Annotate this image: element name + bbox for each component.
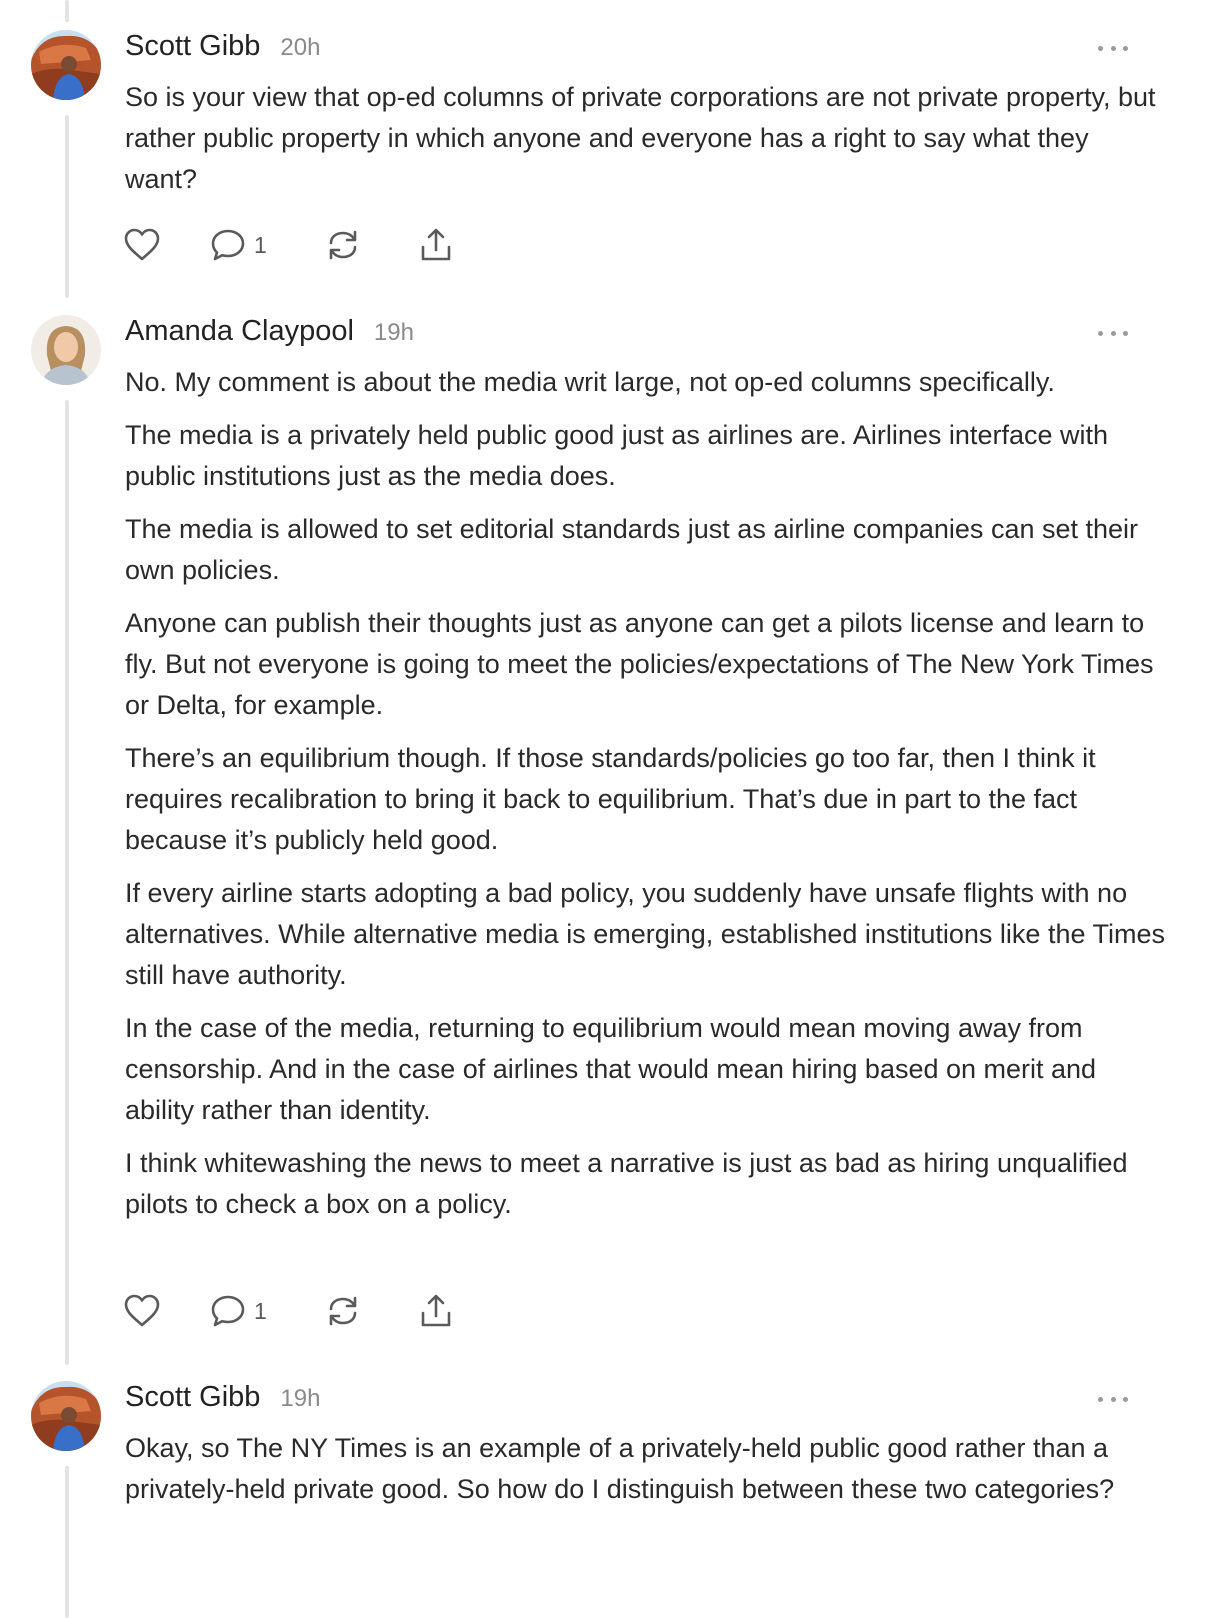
comment-body: So is your view that op-ed columns of pr… <box>125 77 1165 212</box>
restack-icon <box>329 1296 357 1326</box>
thread-line <box>65 0 69 22</box>
timestamp[interactable]: 19h <box>280 1385 320 1413</box>
comment-paragraph: The media is a privately held public goo… <box>125 420 1108 491</box>
restack-button[interactable] <box>324 1291 362 1331</box>
thread-line <box>65 115 69 298</box>
comment-header: Scott Gibb 19h <box>125 1381 320 1421</box>
more-options-icon[interactable] <box>1098 326 1128 340</box>
timestamp[interactable]: 19h <box>374 319 414 347</box>
reply-button[interactable]: 1 <box>210 1291 267 1331</box>
author-name[interactable]: Scott Gibb <box>125 30 260 63</box>
comment-paragraph: The media is allowed to set editorial st… <box>125 514 1139 585</box>
comment-body: No. My comment is about the media writ l… <box>125 362 1165 1237</box>
heart-icon <box>124 228 160 261</box>
reply-button[interactable]: 1 <box>210 225 267 265</box>
reply-count: 1 <box>254 231 267 258</box>
more-options-icon[interactable] <box>1098 41 1128 55</box>
comment-paragraph: Anyone can publish their thoughts just a… <box>125 608 1154 720</box>
avatar[interactable] <box>31 30 101 100</box>
profile-photo-icon <box>31 315 101 385</box>
profile-photo-icon <box>31 30 101 100</box>
comment-paragraph: Okay, so The NY Times is an example of a… <box>125 1433 1115 1504</box>
reply-count: 1 <box>254 1297 267 1324</box>
author-name[interactable]: Scott Gibb <box>125 1381 260 1414</box>
comment-paragraph: So is your view that op-ed columns of pr… <box>125 82 1156 194</box>
share-icon <box>421 1294 451 1327</box>
author-name[interactable]: Amanda Claypool <box>125 315 354 348</box>
heart-icon <box>124 1294 160 1327</box>
comment-paragraph: I think whitewashing the news to meet a … <box>125 1148 1128 1219</box>
more-options-icon[interactable] <box>1098 1392 1128 1406</box>
comment-bubble-icon <box>211 1295 245 1327</box>
comment-bubble-icon <box>211 229 245 261</box>
avatar[interactable] <box>31 1381 101 1451</box>
share-icon <box>421 228 451 261</box>
comment-paragraph: If every airline starts adopting a bad p… <box>125 878 1165 990</box>
comment-header: Scott Gibb 20h <box>125 30 320 70</box>
share-button[interactable] <box>418 1291 454 1331</box>
timestamp[interactable]: 20h <box>280 34 320 62</box>
restack-icon <box>329 230 357 260</box>
comment-paragraph: No. My comment is about the media writ l… <box>125 367 1055 397</box>
comment-body: Okay, so The NY Times is an example of a… <box>125 1428 1165 1522</box>
comment-paragraph: There’s an equilibrium though. If those … <box>125 743 1096 855</box>
comment-paragraph: In the case of the media, returning to e… <box>125 1013 1097 1125</box>
thread-line <box>65 1466 69 1618</box>
profile-photo-icon <box>31 1381 101 1451</box>
thread-line <box>65 400 69 1365</box>
like-button[interactable] <box>124 225 160 265</box>
avatar[interactable] <box>31 315 101 385</box>
restack-button[interactable] <box>324 225 362 265</box>
share-button[interactable] <box>418 225 454 265</box>
like-button[interactable] <box>124 1291 160 1331</box>
comment-header: Amanda Claypool 19h <box>125 315 414 355</box>
